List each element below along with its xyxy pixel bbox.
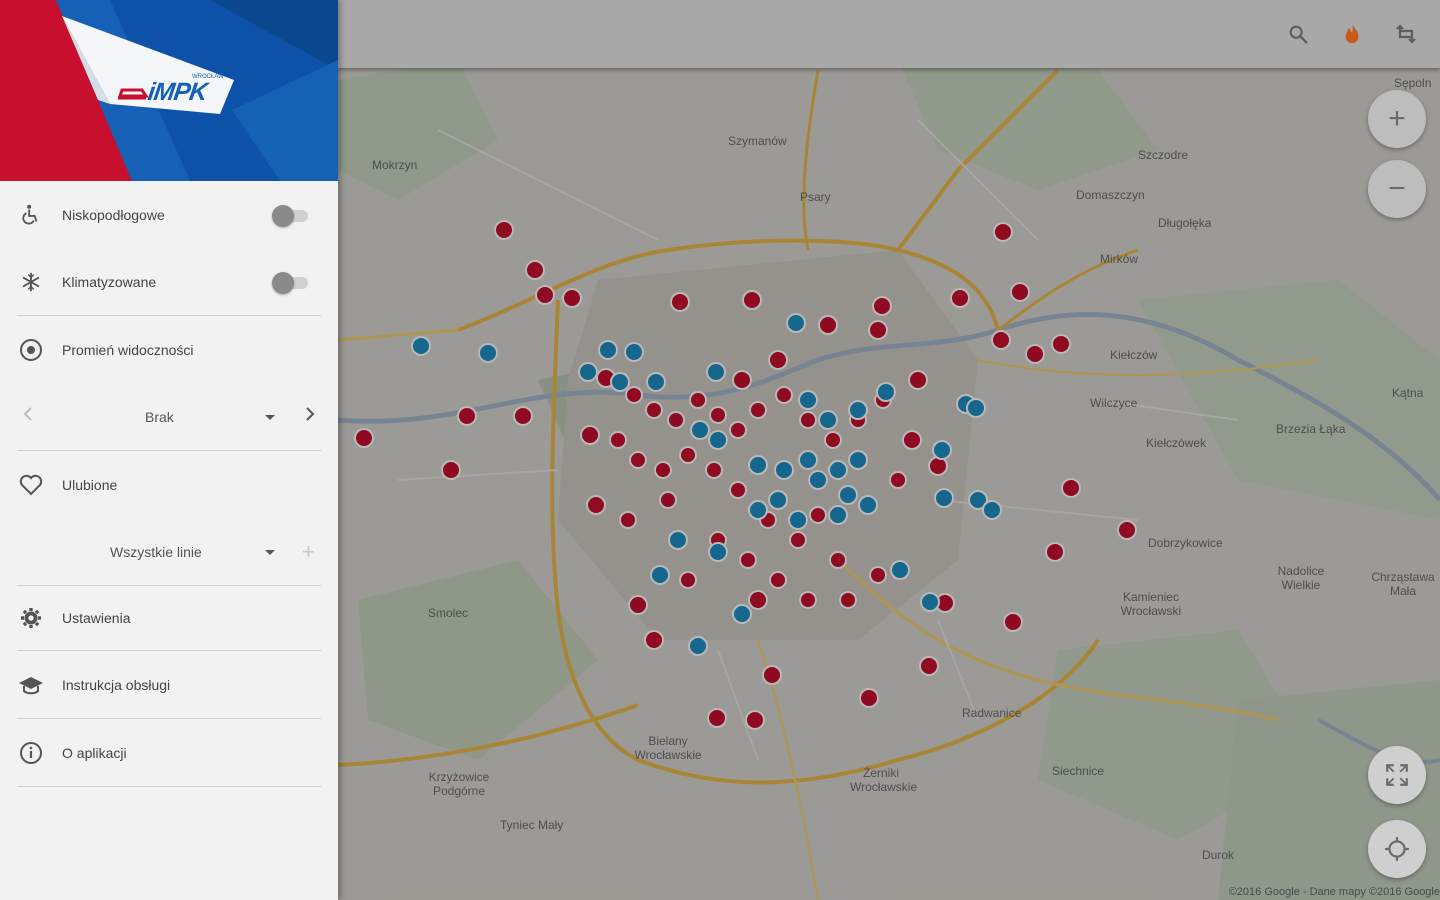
place-label: Dobrzykowice (1148, 536, 1223, 550)
place-label: Chrząstawa Mała (1371, 570, 1435, 598)
place-label: Smolec (428, 606, 469, 620)
place-label: Szczodre (1138, 148, 1189, 162)
zoom-out-button[interactable]: − (1368, 160, 1426, 218)
dropdown-caret-icon[interactable] (265, 550, 275, 555)
divider (17, 786, 321, 787)
place-label: Mokrzyn (372, 158, 418, 172)
place-label: Krzyżowice Podgórne (428, 770, 490, 798)
wheelchair-icon (18, 202, 44, 228)
place-label: Kątna (1392, 386, 1424, 400)
map-copyright: ©2016 Google - Dane mapy ©2016 Google (1228, 886, 1440, 898)
place-label: Domaszczyn (1076, 188, 1145, 202)
expand-icon (1386, 764, 1408, 786)
dropdown-caret-icon[interactable] (265, 415, 275, 420)
place-label: Żerniki Wrocławskie (850, 766, 918, 794)
place-label: Radwanice (962, 706, 1022, 720)
gear-icon (18, 605, 44, 631)
logo-text: iMPK (146, 78, 209, 106)
place-label: Brzezia Łąka (1276, 422, 1346, 436)
navigation-drawer: iMPK WROCŁAW Niskopodłogowe Klimatyzowan… (0, 0, 338, 900)
drawer-header: iMPK WROCŁAW (0, 0, 338, 181)
logo-small-text: WROCŁAW (192, 74, 224, 80)
filter-air-conditioned[interactable]: Klimatyzowane (0, 248, 338, 315)
about-label: O aplikacji (62, 744, 127, 761)
favorites-item[interactable]: Ulubione (0, 451, 338, 518)
heart-icon (18, 472, 44, 498)
settings-item[interactable]: Ustawienia (0, 586, 338, 650)
radius-selector: Brak (0, 383, 338, 450)
place-label: Kiełczów (1110, 348, 1158, 362)
about-item[interactable]: O aplikacji (0, 719, 338, 786)
map-view[interactable]: Szymanów Psary Szczodre Domaszczyn Długo… (338, 0, 1440, 900)
chevron-left-icon[interactable] (22, 407, 34, 426)
radius-select-value[interactable]: Brak (145, 409, 174, 425)
place-label: Mirków (1100, 252, 1138, 266)
place-label: Wilczyce (1090, 396, 1138, 410)
visibility-radius-item[interactable]: Promień widoczności (0, 316, 338, 383)
my-location-button[interactable] (1368, 820, 1426, 878)
chevron-right-icon[interactable] (304, 407, 316, 426)
manual-label: Instrukcja obsługi (62, 676, 171, 693)
flame-icon[interactable] (1336, 18, 1368, 50)
settings-label: Ustawienia (62, 610, 131, 626)
drawer-menu: Niskopodłogowe Klimatyzowane Promień wid… (0, 181, 338, 787)
manual-item[interactable]: Instrukcja obsługi (0, 651, 338, 718)
app-toolbar (338, 0, 1440, 68)
lines-selector: Wszystkie linie + (0, 518, 338, 585)
place-label: Długołęka (1158, 216, 1212, 230)
place-label: Durok (1202, 848, 1235, 862)
place-label: Psary (800, 190, 831, 204)
snowflake-icon (18, 269, 44, 295)
info-icon (18, 740, 44, 766)
zoom-in-button[interactable]: + (1368, 90, 1426, 148)
place-label: Kamieniec Wrocławski (1120, 590, 1182, 618)
refresh-icon[interactable] (1390, 18, 1422, 50)
lines-select-value[interactable]: Wszystkie linie (110, 544, 202, 560)
map-base (338, 60, 1440, 900)
radio-target-icon (18, 337, 44, 363)
place-label: Kiełczówek (1146, 436, 1207, 450)
graduation-cap-icon (18, 672, 44, 698)
place-label: Bielany Wrocławskie (634, 734, 702, 762)
place-label: Sępoln (1394, 76, 1432, 90)
fullscreen-button[interactable] (1368, 746, 1426, 804)
low-floor-toggle[interactable] (272, 204, 308, 227)
visibility-radius-label: Promień widoczności (62, 341, 194, 358)
filter-low-floor[interactable]: Niskopodłogowe (0, 181, 338, 248)
air-conditioned-toggle[interactable] (272, 271, 308, 294)
place-label: Szymanów (728, 134, 787, 148)
favorites-label: Ulubione (62, 476, 118, 493)
search-icon[interactable] (1282, 18, 1314, 50)
tram-logo-icon (117, 88, 149, 100)
place-label: Siechnice (1052, 764, 1105, 778)
place-label: Nadolice Wielkie (1277, 564, 1325, 592)
low-floor-label: Niskopodłogowe (62, 206, 165, 223)
crosshair-icon (1385, 837, 1409, 861)
place-label: Tyniec Mały (500, 818, 564, 832)
plus-icon[interactable]: + (302, 539, 315, 565)
air-conditioned-label: Klimatyzowane (62, 273, 157, 290)
